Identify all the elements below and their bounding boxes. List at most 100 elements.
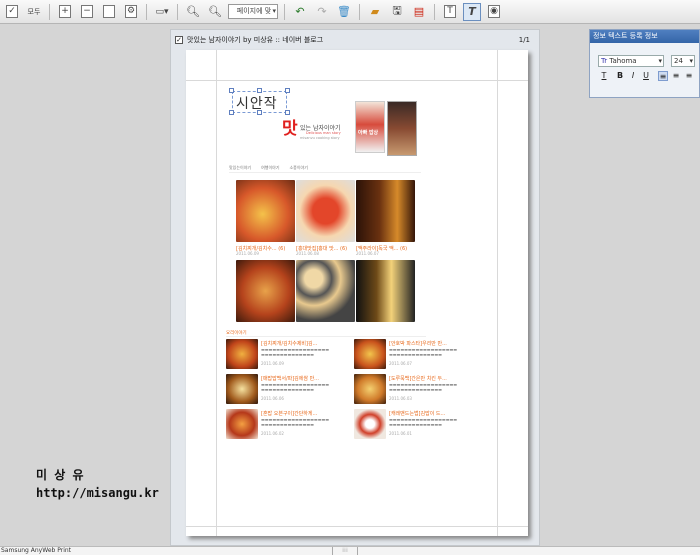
- food-photo: [356, 180, 415, 242]
- resize-handle[interactable]: [285, 88, 290, 93]
- select-all-checkbox[interactable]: ✓: [3, 3, 21, 21]
- food-photo: [236, 260, 295, 322]
- zoom-out-button[interactable]: 🔍︎: [206, 3, 224, 21]
- list-thumb: [226, 409, 258, 439]
- align-right-button[interactable]: ≡: [684, 71, 694, 81]
- zoom-out-icon: 🔍︎: [208, 5, 222, 18]
- toolbar-separator: [146, 3, 147, 20]
- font-select[interactable]: Tr Tahoma ▾: [598, 55, 664, 67]
- clear-button[interactable]: 🗑: [335, 3, 353, 21]
- grid-date: 2011.06.07: [356, 251, 379, 256]
- align-left-button[interactable]: ≡: [658, 71, 668, 81]
- chevron-down-icon: ▾: [689, 57, 693, 65]
- book-cover-image: 아빠 밥상: [355, 101, 385, 153]
- underline-button[interactable]: U: [641, 71, 651, 81]
- nav-item[interactable]: 소풍이야기: [290, 165, 308, 172]
- list-date: 2011.06.09: [261, 361, 284, 366]
- page-indicator: 1/1: [518, 36, 530, 44]
- food-photo: [236, 180, 295, 242]
- list-date: 2011.06.03: [389, 396, 412, 401]
- layout-dropdown[interactable]: ▭▾: [153, 3, 171, 21]
- logo-subtitle: Delicious man story: [306, 131, 341, 135]
- font-size-select[interactable]: 24 ▾: [671, 55, 695, 67]
- list-excerpt: ▬▬▬▬▬▬▬▬▬▬▬▬▬▬▬▬▬▬ ▬▬▬▬▬▬▬▬▬▬▬▬▬▬: [261, 347, 330, 357]
- resize-handle[interactable]: [257, 110, 262, 115]
- document-title: 맛있는 남자이야기 by 미상유 :: 네이버 블로그: [187, 36, 324, 44]
- print-page: 시안작 맛 있는 남자이야기 Delicious man story misan…: [186, 50, 528, 536]
- toolbar-separator: [359, 3, 360, 20]
- bold-button[interactable]: B: [615, 71, 625, 81]
- chevron-down-icon: ▾: [658, 57, 662, 65]
- plus-icon: +: [59, 5, 71, 18]
- minus-icon: −: [81, 5, 93, 18]
- blog-nav: 맛있는이야기 여행이야기 소풍이야기: [229, 165, 421, 173]
- text-edit-icon: T: [468, 5, 476, 18]
- text-edit-button[interactable]: T: [463, 2, 481, 21]
- list-excerpt: ▬▬▬▬▬▬▬▬▬▬▬▬▬▬▬▬▬▬ ▬▬▬▬▬▬▬▬▬▬▬▬▬▬: [261, 382, 330, 392]
- list-excerpt: ▬▬▬▬▬▬▬▬▬▬▬▬▬▬▬▬▬▬ ▬▬▬▬▬▬▬▬▬▬▬▬▬▬: [389, 417, 458, 427]
- pdf-button[interactable]: ▤: [410, 3, 428, 21]
- italic-button[interactable]: I: [628, 71, 638, 81]
- resize-handle[interactable]: [229, 88, 234, 93]
- nav-item[interactable]: 맛있는이야기: [229, 165, 251, 172]
- resize-handle[interactable]: [257, 88, 262, 93]
- list-title[interactable]: [도루묵백]간은만 치킨 두...: [389, 375, 481, 382]
- list-title[interactable]: [혼밥 오븐구이]간단하게...: [261, 410, 353, 417]
- food-photo: [296, 260, 355, 322]
- pdf-icon: ▤: [413, 5, 425, 18]
- preview-header: ✓ 맛있는 남자이야기 by 미상유 :: 네이버 블로그 1/1: [175, 33, 530, 47]
- list-thumb: [354, 374, 386, 404]
- capture-icon: ◉: [488, 5, 500, 18]
- logo-big-char: 맛: [282, 119, 298, 139]
- add-page-button[interactable]: +: [56, 3, 74, 21]
- list-title[interactable]: [김치찌개/김치수제비]김...: [261, 340, 353, 347]
- resize-handle[interactable]: [229, 110, 234, 115]
- toolbar-separator: [434, 3, 435, 20]
- text-properties-panel: 정보 텍스트 등록 정보 Tr Tahoma ▾ 24 ▾ T B I U ≡ …: [589, 29, 700, 98]
- font-name: Tahoma: [609, 57, 637, 65]
- signature-url: http://misangu.kr: [36, 486, 159, 500]
- app-name: Samsung AnyWeb Print: [1, 547, 72, 554]
- remove-page-button[interactable]: −: [78, 3, 96, 21]
- save-button[interactable]: 🖫: [388, 3, 406, 21]
- list-thumb: [226, 339, 258, 369]
- zoom-select[interactable]: 페이지에 맞: [228, 4, 278, 19]
- signature-name: 미 상 유: [36, 468, 84, 482]
- font-size-value: 24: [674, 57, 683, 65]
- list-title[interactable]: [안호박 파스타]우리만 만...: [389, 340, 481, 347]
- blog-logo: 맛 있는 남자이야기 Delicious man story misanvu c…: [282, 114, 352, 144]
- list-title[interactable]: [캐레맨드는법]김밥이 드...: [389, 410, 481, 417]
- align-center-button[interactable]: ≡: [671, 71, 681, 81]
- blank-page-button[interactable]: [100, 3, 118, 21]
- page-icon: [103, 5, 115, 18]
- list-excerpt: ▬▬▬▬▬▬▬▬▬▬▬▬▬▬▬▬▬▬ ▬▬▬▬▬▬▬▬▬▬▬▬▬▬: [261, 417, 330, 427]
- undo-button[interactable]: ↶: [291, 3, 309, 21]
- page-checkbox[interactable]: ✓: [175, 36, 183, 44]
- list-thumb: [354, 409, 386, 439]
- food-photo: [296, 180, 355, 242]
- open-button[interactable]: ▰: [366, 3, 384, 21]
- grid-date: 2011.06.09: [236, 251, 259, 256]
- redo-button[interactable]: ↷: [313, 3, 331, 21]
- zoom-in-icon: 🔍︎: [186, 5, 200, 18]
- section-title-text: 요리이야기: [226, 331, 247, 336]
- folder-icon: ▰: [370, 5, 380, 18]
- signature: 미 상 유 http://misangu.kr: [36, 466, 159, 502]
- page-settings-button[interactable]: ⚙: [122, 3, 140, 21]
- list-excerpt: ▬▬▬▬▬▬▬▬▬▬▬▬▬▬▬▬▬▬ ▬▬▬▬▬▬▬▬▬▬▬▬▬▬: [389, 347, 458, 357]
- text-frame-icon: T: [444, 5, 456, 18]
- toolbar-separator: [177, 3, 178, 20]
- page-gear-icon: ⚙: [125, 5, 137, 18]
- list-title[interactable]: [매밥밥백서/파]김에쌈 만...: [261, 375, 353, 382]
- book-title: 아빠 밥상: [358, 130, 379, 136]
- zoom-in-button[interactable]: 🔍︎: [184, 3, 202, 21]
- text-record-button[interactable]: T: [441, 3, 459, 21]
- capture-button[interactable]: ◉: [485, 3, 503, 21]
- status-scroll-grip[interactable]: ⁞⁞⁞: [332, 547, 358, 555]
- status-bar: Samsung AnyWeb Print ⁞⁞⁞: [0, 546, 700, 555]
- toolbar-separator: [49, 3, 50, 20]
- check-icon: ✓: [6, 5, 18, 18]
- list-thumb: [226, 374, 258, 404]
- text-style-button[interactable]: T: [599, 71, 609, 81]
- nav-item[interactable]: 여행이야기: [261, 165, 279, 172]
